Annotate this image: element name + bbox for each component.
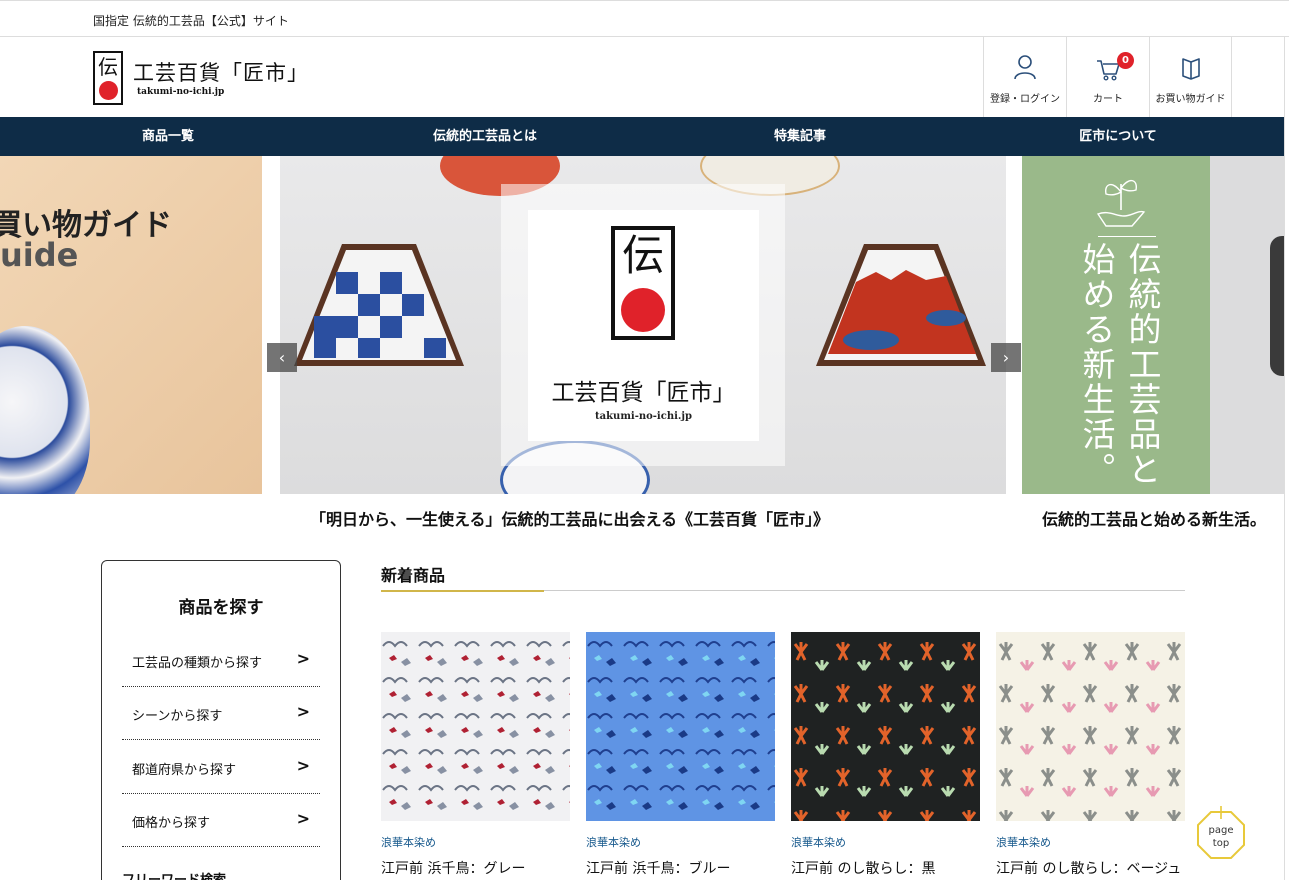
banner-logo-mark-icon: 伝 xyxy=(611,226,675,340)
login-button[interactable]: 登録・ログイン xyxy=(983,37,1066,117)
slide-main-banner[interactable]: 伝 工芸百貨「匠市」 takumi-no-ichi.jp xyxy=(280,156,1006,494)
product-name[interactable]: 江戸前 のし散らし：ベージュ xyxy=(996,858,1181,878)
search-by-scene[interactable]: シーンから探す > xyxy=(122,687,320,740)
fuji-plate-image xyxy=(816,244,986,366)
product-image xyxy=(586,632,775,821)
slide-shopping-guide[interactable]: 買い物ガイド uide xyxy=(0,156,262,494)
product-card[interactable]: 浪華本染め 江戸前 浜千鳥：グレー xyxy=(381,632,570,877)
product-category[interactable]: 浪華本染め xyxy=(381,834,436,850)
shopping-guide-label: お買い物ガイド xyxy=(1155,94,1226,105)
checkered-plate-image xyxy=(294,244,464,366)
site-top-strip: 国指定 伝統的工芸品【公式】サイト xyxy=(0,0,1289,37)
book-icon xyxy=(1182,58,1200,80)
search-panel-title: 商品を探す xyxy=(178,598,264,618)
slider-prev-button[interactable]: ‹ xyxy=(267,343,297,372)
product-category[interactable]: 浪華本染め xyxy=(996,834,1051,850)
product-category[interactable]: 浪華本染め xyxy=(791,834,846,850)
product-card[interactable]: 浪華本染め 江戸前 のし散らし：黒 xyxy=(791,632,980,877)
nav-item-products[interactable]: 商品一覧 xyxy=(95,117,241,156)
logo-name: 工芸百貨「匠市」 xyxy=(133,61,309,85)
cart-label: カート xyxy=(1093,94,1123,105)
banner-logo-url: takumi-no-ichi.jp xyxy=(595,411,692,422)
cart-count-badge: 0 xyxy=(1117,52,1134,69)
nav-item-about-crafts[interactable]: 伝統的工芸品とは xyxy=(410,117,560,156)
user-icon xyxy=(1014,55,1036,80)
freeword-search-heading: フリーワード検索 xyxy=(122,869,226,880)
nav-item-about-takumi[interactable]: 匠市について xyxy=(1060,117,1176,156)
vase-image xyxy=(0,326,90,494)
banner-logo-name: 工芸百貨「匠市」 xyxy=(551,380,736,406)
scrollbar-track[interactable] xyxy=(1284,37,1289,880)
shopping-guide-button[interactable]: お買い物ガイド xyxy=(1149,37,1232,117)
product-image xyxy=(381,632,570,821)
search-by-price[interactable]: 価格から探す > xyxy=(122,794,320,847)
logo-mark-icon: 伝 xyxy=(93,51,123,105)
slider-next-button[interactable]: › xyxy=(991,343,1021,372)
product-name[interactable]: 江戸前 浜千鳥：グレー xyxy=(381,858,525,878)
slide-right-text-1: 伝統的工芸品と xyxy=(1123,242,1162,487)
product-image xyxy=(791,632,980,821)
chevron-right-icon: > xyxy=(296,649,310,668)
cart-button[interactable]: 0 カート xyxy=(1066,37,1149,117)
page-top-label-1: page xyxy=(1208,825,1234,836)
new-arrivals-title: 新着商品 xyxy=(381,566,446,585)
product-image xyxy=(996,632,1185,821)
chevron-right-icon: > xyxy=(296,809,310,828)
site-tagline: 国指定 伝統的工芸品【公式】サイト xyxy=(93,14,289,28)
page-top-label-2: top xyxy=(1212,838,1230,849)
search-by-prefecture[interactable]: 都道府県から探す > xyxy=(122,741,320,794)
slide-right-text-2: 始める新生活。 xyxy=(1077,242,1116,487)
slide-new-life[interactable]: 伝統的工芸品と 始める新生活。 xyxy=(1022,156,1210,494)
login-label: 登録・ログイン xyxy=(990,94,1060,105)
main-nav: 商品一覧 伝統的工芸品とは 特集記事 匠市について xyxy=(0,117,1289,156)
chevron-right-icon: > xyxy=(296,702,310,721)
product-card[interactable]: 浪華本染め 江戸前 浜千鳥：ブルー xyxy=(586,632,775,877)
slide-next-peek[interactable] xyxy=(1210,156,1289,494)
product-search-panel: 商品を探す 工芸品の種類から探す > シーンから探す > 都道府県から探す > … xyxy=(101,560,341,880)
search-by-craft-type[interactable]: 工芸品の種類から探す > xyxy=(122,634,320,687)
product-name[interactable]: 江戸前 浜千鳥：ブルー xyxy=(586,858,730,878)
product-name[interactable]: 江戸前 のし散らし：黒 xyxy=(791,858,935,878)
slide-caption-right[interactable]: 伝統的工芸品と始める新生活。 xyxy=(1042,506,1266,530)
chevron-right-icon: > xyxy=(296,756,310,775)
slide-caption-main[interactable]: 「明日から、一生使える」伝統的工芸品に出会える《工芸百貨「匠市」》 xyxy=(310,506,829,530)
logo-url: takumi-no-ichi.jp xyxy=(137,87,225,97)
nav-item-features[interactable]: 特集記事 xyxy=(740,117,860,156)
product-card[interactable]: 浪華本染め 江戸前 のし散らし：ベージュ xyxy=(996,632,1185,877)
page-top-button[interactable]: page top xyxy=(1196,798,1246,860)
slide-left-subtitle: uide xyxy=(0,236,79,274)
sprout-hand-icon xyxy=(1096,180,1146,227)
banner-logo-card: 伝 工芸百貨「匠市」 takumi-no-ichi.jp xyxy=(528,210,759,441)
divider-accent xyxy=(381,590,544,592)
product-category[interactable]: 浪華本染め xyxy=(586,834,641,850)
